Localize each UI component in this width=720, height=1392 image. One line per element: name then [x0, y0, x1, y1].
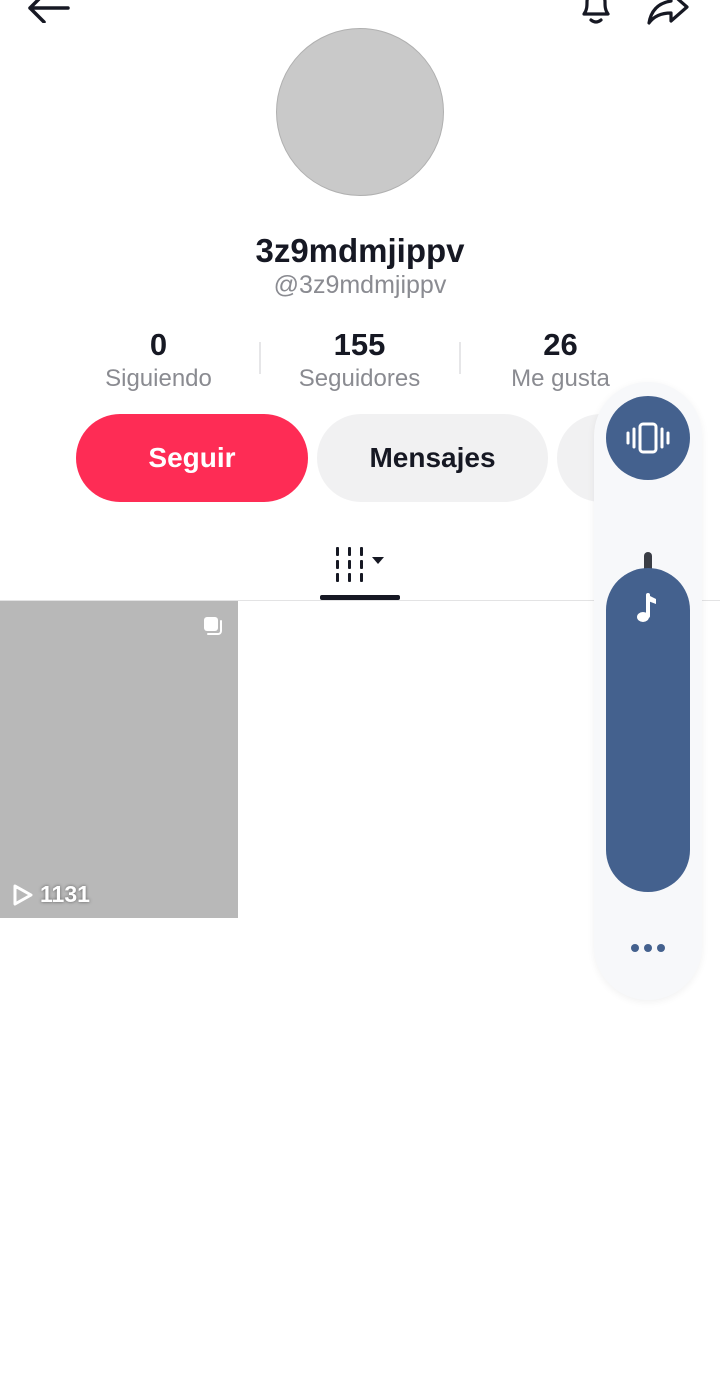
messages-button[interactable]: Mensajes: [317, 414, 548, 502]
more-dots-icon[interactable]: [618, 930, 678, 966]
grid-icon: [336, 547, 384, 582]
music-note-icon: [637, 593, 656, 622]
followers-count: 155: [333, 327, 386, 362]
arrow-left-icon: [28, 0, 70, 23]
view-count-value: 1131: [40, 881, 90, 907]
dot: [644, 944, 652, 952]
multi-content-icon: [204, 617, 222, 635]
follow-button[interactable]: Seguir: [76, 414, 308, 502]
stat-divider: [459, 342, 461, 374]
bell-icon: [582, 0, 610, 24]
avatar[interactable]: [276, 28, 444, 196]
display-name: 3z9mdmjippv: [255, 232, 465, 269]
vibrate-icon: [626, 422, 670, 454]
video-thumbnail[interactable]: 1131: [0, 601, 238, 918]
dot: [657, 944, 665, 952]
share-arrow-icon: [647, 0, 689, 25]
following-label: Siguiendo: [105, 365, 212, 392]
following-stat[interactable]: 0 Siguiendo: [58, 326, 259, 396]
profile-stats: 0 Siguiendo 155 Seguidores 26 Me gusta: [58, 326, 662, 396]
following-count: 0: [149, 327, 168, 362]
followers-label: Seguidores: [298, 365, 421, 392]
share-button[interactable]: [642, 0, 694, 30]
likes-count: 26: [543, 327, 578, 362]
volume-slider[interactable]: [606, 568, 690, 892]
vibrate-toggle[interactable]: [606, 396, 690, 480]
view-count: 1131: [12, 881, 90, 908]
stat-divider: [259, 342, 261, 374]
play-icon: [13, 884, 33, 905]
notifications-button[interactable]: [572, 0, 620, 30]
dot: [631, 944, 639, 952]
tab-videos[interactable]: [320, 528, 400, 600]
back-button[interactable]: [24, 0, 72, 30]
username-handle: @3z9mdmjippv: [273, 271, 447, 299]
followers-stat[interactable]: 155 Seguidores: [259, 326, 460, 396]
